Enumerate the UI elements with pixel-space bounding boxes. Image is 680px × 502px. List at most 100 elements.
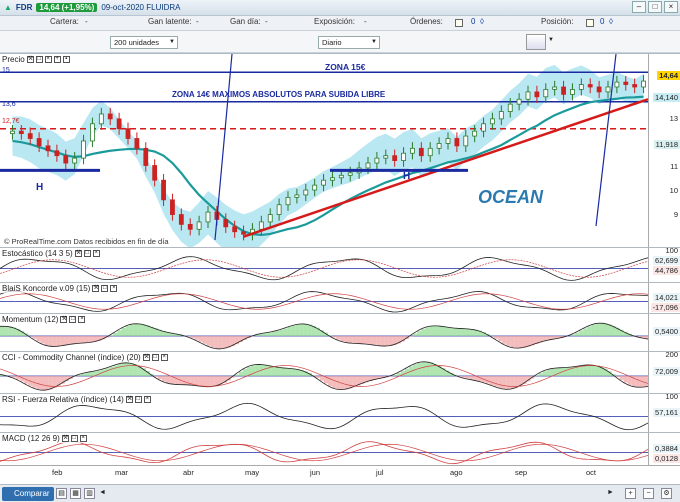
zoom-in-icon[interactable]: + <box>625 488 636 499</box>
chart-icon[interactable]: ▤ <box>56 488 67 499</box>
chart-type-icon[interactable] <box>526 34 546 50</box>
candle-body <box>418 147 424 157</box>
wrench-icon[interactable]: ⚒ <box>92 285 100 292</box>
wrench-icon[interactable]: ⚒ <box>74 250 82 257</box>
wrench-icon[interactable]: ⚒ <box>61 435 69 442</box>
window-icon[interactable]: □ <box>69 316 77 323</box>
period-select[interactable]: Diario ▼ <box>318 36 380 49</box>
histogram-bar <box>425 327 430 336</box>
candle-body <box>401 152 406 161</box>
indicator-header: MACD (12 26 9) ⚒ □ × <box>2 434 87 443</box>
posicion-label: Posición: <box>541 17 574 26</box>
candle-body <box>152 165 158 181</box>
orders-list-icon[interactable]: ◊ <box>480 17 484 26</box>
histogram-bar <box>105 368 110 376</box>
window-icon[interactable]: □ <box>83 250 91 257</box>
histogram-bar <box>251 365 256 376</box>
histogram-bar <box>303 323 308 336</box>
plus-icon[interactable]: + <box>53 56 61 63</box>
histogram-bar <box>287 327 292 336</box>
position-icon[interactable] <box>586 19 594 27</box>
minimize-icon[interactable]: – <box>632 1 646 13</box>
histogram-bar <box>145 325 150 336</box>
histogram-bar <box>498 336 503 342</box>
close-icon[interactable]: × <box>79 435 87 442</box>
histogram-bar <box>113 365 118 376</box>
compare-button[interactable]: Comparar <box>2 487 54 501</box>
indicator-value: 14,021 <box>653 292 680 302</box>
window-icon[interactable]: □ <box>70 435 78 442</box>
wrench-icon[interactable]: ⚒ <box>26 56 34 63</box>
histogram-bar <box>348 376 353 389</box>
layout-icon[interactable]: ▥ <box>84 488 95 499</box>
histogram-bar <box>449 327 454 336</box>
price-scale[interactable]: 13 12 11 10 9 <box>648 54 680 247</box>
price-panel-header: Precio ⚒ □ × + ▪ <box>2 55 70 64</box>
indicator-chart[interactable] <box>0 433 648 466</box>
candle-body <box>36 138 42 147</box>
histogram-bar <box>44 336 49 346</box>
candle-body <box>134 138 140 149</box>
window-icon[interactable]: □ <box>151 354 159 361</box>
wrench-icon[interactable]: ⚒ <box>60 316 68 323</box>
window-icon[interactable]: □ <box>101 285 109 292</box>
histogram-bar <box>502 336 507 344</box>
window-icon[interactable]: □ <box>134 396 142 403</box>
x-axis: feb mar abr may jun jul ago sep oct <box>0 465 680 479</box>
indicator-signal-value: -17,096 <box>650 302 680 312</box>
histogram-bar <box>234 374 239 376</box>
indicator-header: Momentum (12) ⚒ □ × <box>2 315 86 324</box>
close-icon[interactable]: × <box>143 396 151 403</box>
close-icon[interactable]: × <box>92 250 100 257</box>
window-icon[interactable]: □ <box>35 56 43 63</box>
close-icon[interactable]: × <box>664 1 678 13</box>
symbol-label[interactable]: FDR <box>16 3 32 12</box>
histogram-bar <box>275 330 280 336</box>
histogram-bar <box>8 326 13 336</box>
indicator-chart[interactable] <box>0 314 648 352</box>
histogram-bar <box>109 366 114 376</box>
scroll-right-icon[interactable]: ► <box>605 488 616 499</box>
wrench-icon[interactable]: ⚒ <box>142 354 150 361</box>
maximize-icon[interactable]: □ <box>648 1 662 13</box>
histogram-bar <box>623 376 628 383</box>
histogram-bar <box>295 324 300 336</box>
indicator-panel: BlaiS Koncorde v.09 (15) ⚒ □ × 14,021 -17,096 <box>0 282 680 313</box>
close-icon[interactable]: × <box>110 285 118 292</box>
chart-type-dropdown[interactable]: ▼ <box>548 37 554 43</box>
histogram-bar <box>4 326 9 336</box>
close-icon[interactable]: × <box>44 56 52 63</box>
settings-icon[interactable]: ⚙ <box>661 488 672 499</box>
indicator-title: Momentum (12) <box>2 315 59 324</box>
histogram-bar <box>81 373 86 376</box>
position-list-icon[interactable]: ◊ <box>609 17 613 26</box>
candle-body <box>614 81 620 88</box>
wrench-icon[interactable]: ⚒ <box>125 396 133 403</box>
close-icon[interactable]: × <box>160 354 168 361</box>
price-chart[interactable] <box>0 54 680 248</box>
units-select[interactable]: 200 unidades ▼ <box>110 36 178 49</box>
histogram-bar <box>89 371 94 376</box>
indicator-scale[interactable]: 100 <box>648 246 680 282</box>
flag-icon[interactable]: ▪ <box>62 56 70 63</box>
bottom-bar: Comparar ▤ ▦ ▥ ◄ ► + − ⚙ <box>0 484 680 502</box>
scale-label: 9 <box>673 210 678 219</box>
scroll-left-icon[interactable]: ◄ <box>97 488 108 499</box>
histogram-bar <box>425 361 430 376</box>
candle-body <box>436 143 442 149</box>
grid-icon[interactable]: ▦ <box>70 488 81 499</box>
histogram-bar <box>271 331 276 336</box>
x-axis-label: sep <box>515 468 528 477</box>
zoom-out-icon[interactable]: − <box>643 488 654 499</box>
candle-body <box>552 86 558 90</box>
histogram-bar <box>344 336 349 343</box>
histogram-bar <box>0 326 5 336</box>
histogram-bar <box>583 365 588 376</box>
candle-body <box>276 204 282 215</box>
candle-body <box>365 162 371 169</box>
histogram-bar <box>518 336 523 349</box>
candle-body <box>605 86 611 93</box>
orders-icon[interactable] <box>455 19 463 27</box>
close-icon[interactable]: × <box>78 316 86 323</box>
histogram-bar <box>421 328 426 336</box>
